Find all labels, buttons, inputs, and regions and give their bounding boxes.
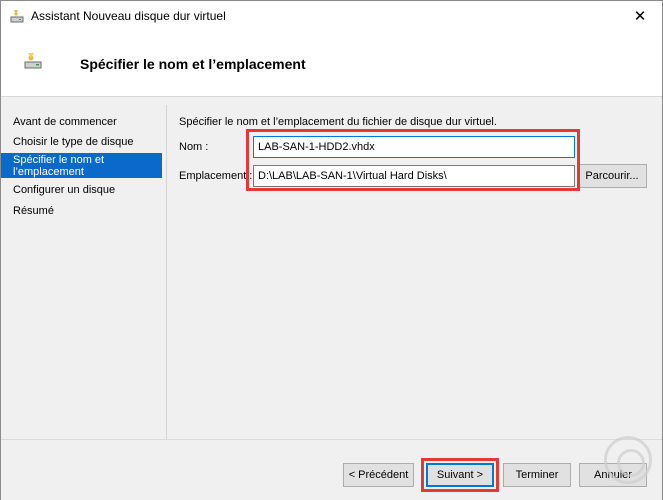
- disk-wizard-icon: [24, 53, 42, 69]
- location-label: Emplacement :: [179, 170, 253, 182]
- sidebar-item-label: Résumé: [13, 205, 54, 217]
- browse-button[interactable]: Parcourir...: [577, 164, 647, 188]
- sidebar-item-choisir-type-disque[interactable]: Choisir le type de disque: [1, 136, 162, 148]
- previous-button[interactable]: < Précédent: [343, 463, 414, 487]
- sidebar-item-label: Choisir le type de disque: [13, 136, 134, 148]
- next-button-label: Suivant >: [436, 469, 484, 481]
- close-button[interactable]: ✕: [618, 1, 662, 31]
- next-button[interactable]: Suivant >: [426, 463, 494, 487]
- sidebar-item-label: Configurer un disque: [13, 184, 116, 196]
- close-icon: ✕: [633, 8, 647, 25]
- name-label: Nom :: [179, 141, 209, 153]
- wizard-window: Assistant Nouveau disque dur virtuel ✕ S…: [0, 0, 663, 500]
- watermark-logo: [604, 436, 652, 484]
- title-bar: Assistant Nouveau disque dur virtuel ✕: [1, 1, 662, 31]
- page-title: Spécifier le nom et l’emplacement: [80, 56, 306, 72]
- sidebar-item-avant-de-commencer[interactable]: Avant de commencer: [1, 116, 162, 128]
- finish-button[interactable]: Terminer: [503, 463, 571, 487]
- browse-button-label: Parcourir...: [585, 170, 639, 182]
- wizard-footer: < Précédent Suivant > Terminer Annuler: [1, 440, 662, 500]
- sidebar-item-label: Avant de commencer: [13, 116, 117, 128]
- wizard-content: Spécifier le nom et l’emplacement du fic…: [167, 98, 662, 438]
- page-description: Spécifier le nom et l’emplacement du fic…: [179, 116, 497, 128]
- location-field[interactable]: D:\LAB\LAB-SAN-1\Virtual Hard Disks\: [253, 165, 575, 187]
- sidebar-item-label: Spécifier le nom et: [13, 154, 105, 166]
- previous-button-label: < Précédent: [348, 469, 409, 481]
- window-title: Assistant Nouveau disque dur virtuel: [31, 9, 226, 23]
- wizard-header: Spécifier le nom et l’emplacement: [1, 31, 662, 97]
- sidebar-item-label: l’emplacement: [13, 166, 84, 178]
- sidebar-item-configurer-disque[interactable]: Configurer un disque: [1, 184, 162, 196]
- sidebar-item-specifier-nom-emplacement[interactable]: Spécifier le nom et l’emplacement: [1, 153, 162, 178]
- wizard-steps-sidebar: Avant de commencer Choisir le type de di…: [1, 98, 167, 438]
- name-field[interactable]: LAB-SAN-1-HDD2.vhdx: [253, 136, 575, 158]
- finish-button-label: Terminer: [515, 469, 559, 481]
- sidebar-item-resume[interactable]: Résumé: [1, 205, 162, 217]
- disk-wizard-icon: [10, 10, 24, 23]
